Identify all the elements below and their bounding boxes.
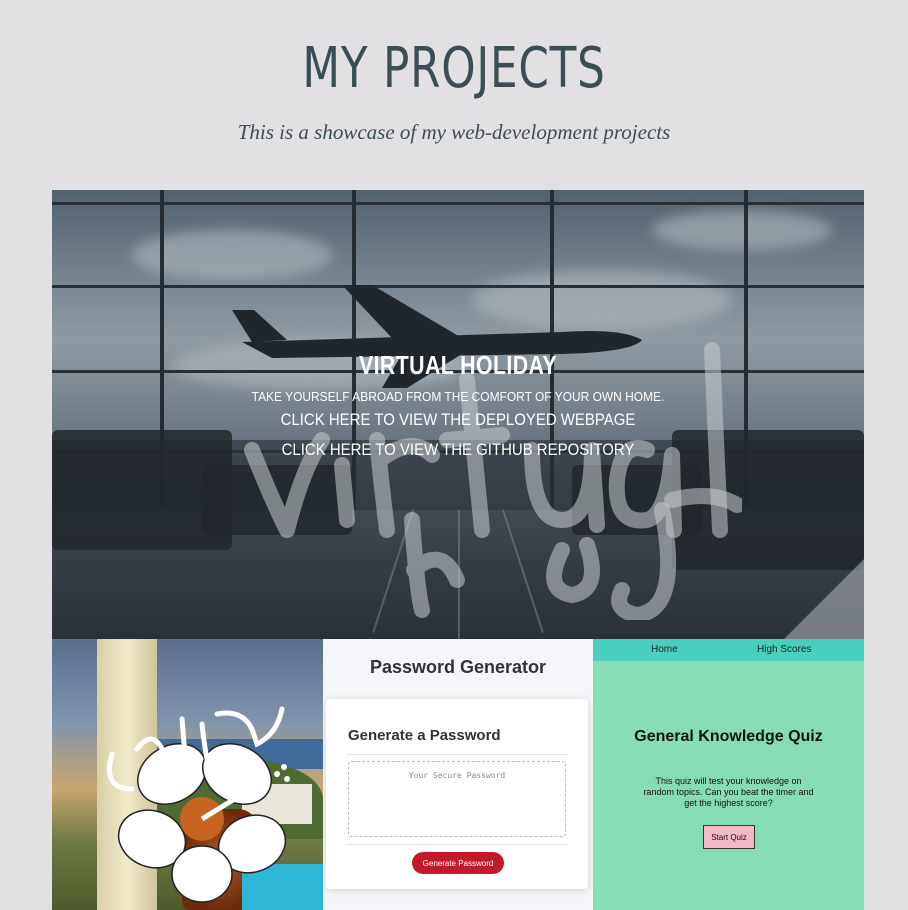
password-output[interactable]	[348, 761, 566, 837]
start-quiz-button[interactable]: Start Quiz	[703, 825, 755, 849]
password-card-title: Generate a Password	[348, 727, 501, 744]
github-repository-link[interactable]: CLICK HERE TO VIEW THE GITHUB REPOSITORY	[101, 440, 816, 460]
page-subtitle: This is a showcase of my web-development…	[237, 120, 671, 144]
quiz-nav-bar: Home High Scores	[593, 639, 864, 661]
password-card: Generate a Password Generate Password	[326, 699, 588, 889]
generate-password-button[interactable]: Generate Password	[412, 852, 504, 874]
corner-fold	[784, 559, 864, 639]
project-tile-sophia[interactable]	[52, 639, 323, 910]
password-generator-title: Password Generator	[369, 657, 547, 677]
featured-project-text: VIRTUAL HOLIDAY TAKE YOURSELF ABROAD FRO…	[52, 350, 864, 460]
nav-home-link[interactable]: Home	[651, 644, 678, 655]
quiz-description: This quiz will test your knowledge on ra…	[643, 776, 814, 808]
project-description: TAKE YOURSELF ABROAD FROM THE COMFORT OF…	[251, 389, 665, 404]
nav-high-scores-link[interactable]: High Scores	[757, 644, 811, 655]
featured-project-card: VIRTUAL HOLIDAY TAKE YOURSELF ABROAD FRO…	[52, 190, 864, 639]
page-title: MY PROJECTS	[302, 36, 606, 101]
project-tile-quiz[interactable]: Home High Scores General Knowledge Quiz …	[593, 639, 864, 910]
project-tile-password-generator[interactable]: Password Generator Generate a Password G…	[323, 639, 593, 910]
divider	[346, 844, 568, 845]
project-title: VIRTUAL HOLIDAY	[358, 350, 558, 380]
deployed-webpage-link[interactable]: CLICK HERE TO VIEW THE DEPLOYED WEBPAGE	[101, 410, 816, 430]
divider	[346, 754, 568, 755]
hibiscus-logo-icon	[107, 706, 290, 903]
quiz-title: General Knowledge Quiz	[634, 728, 823, 745]
